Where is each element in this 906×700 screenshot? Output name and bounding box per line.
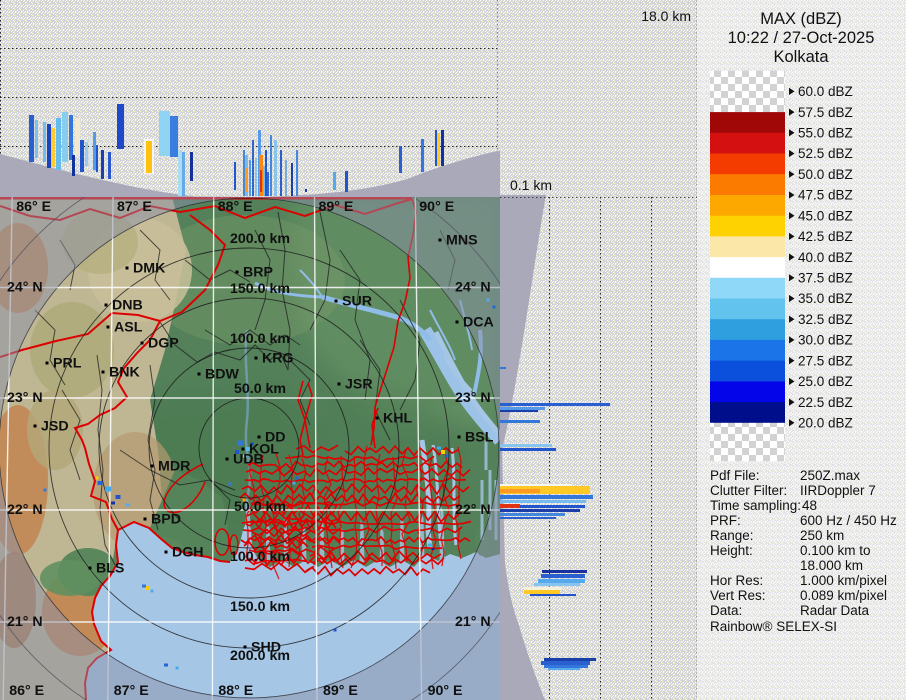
svg-text:MAX (dBZ): MAX (dBZ) — [760, 10, 842, 28]
svg-text:Time sampling:: Time sampling: — [710, 498, 801, 513]
svg-text:21° N: 21° N — [455, 614, 491, 630]
svg-text:45.0 dBZ: 45.0 dBZ — [798, 208, 853, 223]
svg-text:23° N: 23° N — [455, 390, 491, 406]
svg-text:42.5 dBZ: 42.5 dBZ — [798, 229, 853, 244]
svg-text:MDR: MDR — [158, 459, 190, 475]
svg-text:87° E: 87° E — [117, 199, 152, 215]
svg-text:60.0 dBZ: 60.0 dBZ — [798, 84, 853, 99]
svg-text:DGH: DGH — [172, 545, 204, 561]
svg-text:BLS: BLS — [96, 561, 124, 577]
svg-text:150.0 km: 150.0 km — [230, 599, 290, 615]
svg-text:21° N: 21° N — [7, 614, 43, 630]
svg-text:22.5 dBZ: 22.5 dBZ — [798, 395, 853, 410]
svg-text:88° E: 88° E — [218, 199, 253, 215]
svg-text:150.0 km: 150.0 km — [230, 281, 290, 297]
svg-text:Data:: Data: — [710, 603, 742, 618]
svg-text:18.000 km: 18.000 km — [800, 558, 863, 573]
svg-text:100.0 km: 100.0 km — [230, 331, 290, 347]
svg-text:KRG: KRG — [262, 351, 294, 367]
svg-text:DNB: DNB — [112, 298, 143, 314]
svg-text:57.5 dBZ: 57.5 dBZ — [798, 105, 853, 120]
svg-text:52.5 dBZ: 52.5 dBZ — [798, 146, 853, 161]
svg-text:BSL: BSL — [465, 430, 494, 446]
svg-text:24° N: 24° N — [7, 280, 43, 296]
svg-text:89° E: 89° E — [319, 199, 354, 215]
svg-text:88° E: 88° E — [218, 683, 253, 699]
svg-text:Vert Res:: Vert Res: — [710, 588, 766, 603]
svg-text:90° E: 90° E — [428, 683, 463, 699]
svg-text:0.089 km/pixel: 0.089 km/pixel — [800, 588, 887, 603]
svg-text:22° N: 22° N — [7, 502, 43, 518]
svg-text:50.0 km: 50.0 km — [234, 499, 286, 515]
svg-text:90° E: 90° E — [419, 199, 454, 215]
svg-text:40.0 dBZ: 40.0 dBZ — [798, 250, 853, 265]
svg-text:BPD: BPD — [151, 512, 181, 528]
svg-text:JSR: JSR — [345, 377, 373, 393]
svg-text:JSD: JSD — [41, 419, 69, 435]
svg-text:23° N: 23° N — [7, 390, 43, 406]
svg-text:89° E: 89° E — [323, 683, 358, 699]
svg-text:200.0 km: 200.0 km — [230, 231, 290, 247]
svg-text:50.0 dBZ: 50.0 dBZ — [798, 167, 853, 182]
svg-text:KOL: KOL — [249, 442, 279, 458]
svg-text:PRL: PRL — [53, 356, 82, 372]
svg-text:0.1 km: 0.1 km — [510, 177, 552, 193]
svg-text:250Z.max: 250Z.max — [800, 468, 860, 483]
svg-text:86° E: 86° E — [9, 683, 44, 699]
svg-text:35.0 dBZ: 35.0 dBZ — [798, 291, 853, 306]
svg-text:0.100 km to: 0.100 km to — [800, 543, 871, 558]
svg-text:250 km: 250 km — [800, 528, 844, 543]
svg-text:Clutter Filter:: Clutter Filter: — [710, 483, 787, 498]
svg-text:Kolkata: Kolkata — [773, 48, 829, 66]
svg-text:55.0 dBZ: 55.0 dBZ — [798, 126, 853, 141]
svg-text:18.0 km: 18.0 km — [641, 8, 691, 24]
svg-text:27.5 dBZ: 27.5 dBZ — [798, 353, 853, 368]
svg-text:KHL: KHL — [383, 411, 412, 427]
svg-text:DMK: DMK — [133, 261, 166, 277]
svg-text:DGP: DGP — [148, 336, 179, 352]
svg-text:100.0 km: 100.0 km — [230, 549, 290, 565]
svg-text:50.0 km: 50.0 km — [234, 381, 286, 397]
svg-text:87° E: 87° E — [114, 683, 149, 699]
svg-text:Hor Res:: Hor Res: — [710, 573, 763, 588]
svg-text:86° E: 86° E — [16, 199, 51, 215]
svg-text:Pdf File:: Pdf File: — [710, 468, 760, 483]
svg-text:47.5 dBZ: 47.5 dBZ — [798, 188, 853, 203]
svg-text:30.0 dBZ: 30.0 dBZ — [798, 333, 853, 348]
svg-text:DCA: DCA — [463, 315, 494, 331]
svg-text:1.000 km/pixel: 1.000 km/pixel — [800, 573, 887, 588]
svg-text:10:22 / 27-Oct-2025: 10:22 / 27-Oct-2025 — [728, 29, 875, 47]
svg-text:Range:: Range: — [710, 528, 754, 543]
svg-text:Rainbow® SELEX-SI: Rainbow® SELEX-SI — [710, 619, 837, 634]
svg-text:22° N: 22° N — [455, 502, 491, 518]
svg-text:SUR: SUR — [342, 294, 372, 310]
svg-text:600 Hz / 450 Hz: 600 Hz / 450 Hz — [800, 513, 897, 528]
svg-text:IIRDoppler 7: IIRDoppler 7 — [800, 483, 876, 498]
svg-text:BRP: BRP — [243, 265, 273, 281]
svg-text:32.5 dBZ: 32.5 dBZ — [798, 312, 853, 327]
svg-text:Height:: Height: — [710, 543, 753, 558]
svg-text:24° N: 24° N — [455, 280, 491, 296]
svg-text:ASL: ASL — [114, 320, 143, 336]
svg-text:48: 48 — [802, 498, 817, 513]
svg-text:200.0 km: 200.0 km — [230, 648, 290, 664]
svg-text:37.5 dBZ: 37.5 dBZ — [798, 271, 853, 286]
svg-text:20.0 dBZ: 20.0 dBZ — [798, 416, 853, 431]
svg-text:BNK: BNK — [109, 365, 140, 381]
svg-text:MNS: MNS — [446, 233, 478, 249]
svg-text:Radar Data: Radar Data — [800, 603, 870, 618]
svg-text:25.0 dBZ: 25.0 dBZ — [798, 374, 853, 389]
svg-text:PRF:: PRF: — [710, 513, 741, 528]
